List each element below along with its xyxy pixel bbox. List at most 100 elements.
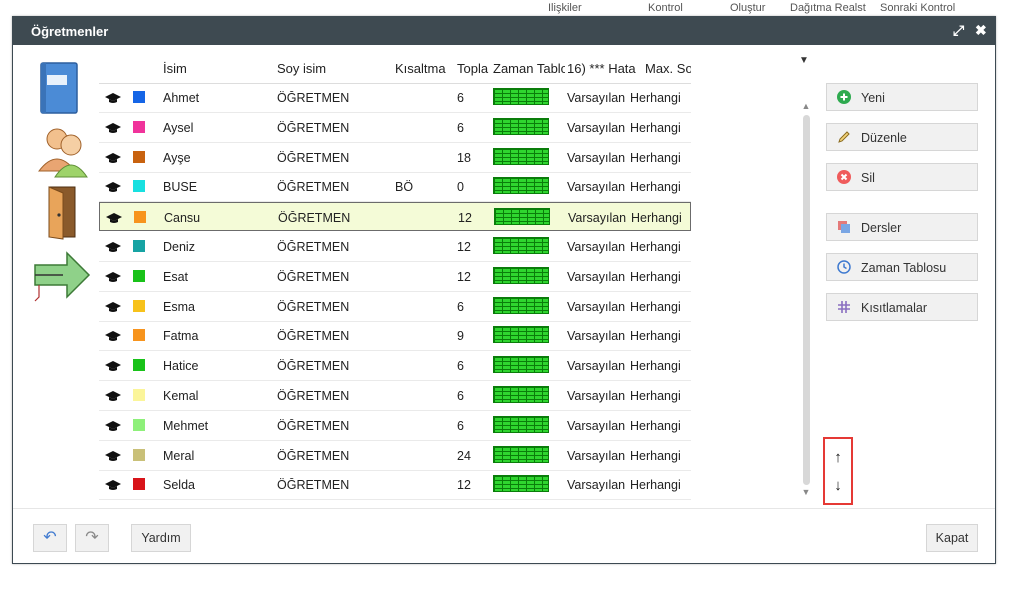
cell-surname: ÖĞRETMEN — [277, 329, 350, 344]
column-header-total[interactable]: Toplam — [457, 61, 489, 76]
edit-button[interactable]: Düzenle — [826, 123, 978, 151]
color-swatch — [133, 329, 145, 342]
cell-16: Varsayılan — [567, 299, 626, 314]
table-row[interactable]: Hatice ÖĞRETMEN 6 Varsayılan Herhangi — [99, 351, 691, 382]
cell-surname: ÖĞRETMEN — [277, 120, 350, 135]
color-swatch — [133, 448, 145, 461]
table-row[interactable]: BUSE ÖĞRETMEN BÖ 0 Varsayılan Herhangi — [99, 172, 691, 203]
teachers-icon[interactable] — [33, 123, 93, 179]
door-icon[interactable] — [33, 185, 93, 241]
close-button[interactable]: Kapat — [926, 524, 978, 552]
cell-name: Esat — [163, 269, 189, 284]
color-swatch — [133, 269, 145, 282]
table-row[interactable]: Mehmet ÖĞRETMEN 6 Varsayılan Herhangi — [99, 411, 691, 441]
maximize-icon[interactable]: ⤢ — [953, 22, 964, 39]
column-header-surname[interactable]: Soy isim — [277, 61, 377, 76]
table-row[interactable]: Cansu ÖĞRETMEN 12 Varsayılan Herhangi — [99, 202, 691, 232]
dialog-titlebar[interactable]: Öğretmenler ⤢ ✖ — [13, 17, 995, 45]
cell-name: Ahmet — [163, 91, 200, 105]
table-row[interactable]: Ahmet ÖĞRETMEN 6 Varsayılan Herhangi — [99, 83, 691, 113]
table-row[interactable]: Ayşe ÖĞRETMEN 18 Varsayılan Herhangi — [99, 143, 691, 173]
redo-button[interactable]: ↷ — [75, 524, 109, 552]
arrow-right-icon[interactable] — [33, 247, 93, 303]
table-row[interactable]: Kemal ÖĞRETMEN 6 Varsayılan Herhangi — [99, 381, 691, 411]
cell-surname: ÖĞRETMEN — [278, 211, 351, 226]
cell-surname: ÖĞRETMEN — [277, 240, 350, 254]
scroll-up-icon[interactable]: ▲ — [800, 101, 812, 111]
table-row[interactable]: Esma ÖĞRETMEN 6 Varsayılan Herhangi — [99, 292, 691, 322]
scrollbar-thumb[interactable] — [803, 115, 810, 485]
cell-max: Herhangi — [630, 389, 681, 403]
cell-total: 24 — [457, 448, 471, 463]
dialog-title: Öğretmenler — [31, 24, 109, 39]
timetable-preview — [493, 326, 549, 344]
background-menu-item: Oluştur — [730, 2, 766, 14]
teacher-cap-icon — [105, 181, 121, 193]
column-header-16[interactable]: 16) *** Hata — [567, 61, 643, 76]
teachers-table: İsim Soy isim Kısaltma Toplam Zaman Tabl… — [99, 55, 691, 500]
cell-name: Meral — [163, 448, 195, 463]
cell-surname: ÖĞRETMEN — [277, 180, 350, 195]
clock-icon — [837, 260, 851, 274]
table-row[interactable]: Fatma ÖĞRETMEN 9 Varsayılan Herhangi — [99, 321, 691, 352]
table-row[interactable]: Esat ÖĞRETMEN 12 Varsayılan Herhangi — [99, 262, 691, 292]
teacher-cap-icon — [105, 152, 121, 164]
background-menu-item: Sonraki Kontrol — [880, 2, 956, 14]
cell-name: Ayşe — [163, 150, 191, 165]
cell-16: Varsayılan — [567, 120, 626, 135]
cell-name: Deniz — [163, 240, 195, 254]
cell-name: Selda — [163, 478, 195, 493]
timetable-preview — [493, 415, 549, 433]
table-row[interactable]: Selda ÖĞRETMEN 12 Varsayılan Herhangi — [99, 470, 691, 500]
cell-name: Cansu — [164, 211, 201, 226]
cell-surname: ÖĞRETMEN — [277, 389, 350, 403]
move-down-icon[interactable]: ↓ — [825, 477, 851, 494]
column-header-timetable[interactable]: Zaman Tablosu — [493, 61, 565, 76]
help-button-label: Yardım — [141, 531, 181, 545]
plus-circle-icon — [837, 90, 851, 104]
delete-button-label: Sil — [861, 171, 875, 185]
timetable-preview — [493, 386, 549, 403]
cell-name: Hatice — [163, 359, 199, 374]
cell-max: Herhangi — [630, 359, 681, 374]
teacher-cap-icon — [105, 92, 121, 104]
teachers-dialog: Öğretmenler ⤢ ✖ İsim Soy isim Kısaltma T… — [12, 16, 996, 564]
lessons-button[interactable]: Dersler — [826, 213, 978, 241]
close-icon[interactable]: ✖ — [975, 22, 987, 39]
cell-total: 6 — [457, 120, 464, 135]
cell-total: 12 — [458, 211, 472, 226]
pencil-icon — [838, 131, 850, 143]
undo-icon: ↶ — [43, 529, 57, 546]
scroll-down-icon[interactable]: ▼ — [800, 487, 812, 497]
move-buttons-highlight: ↑ ↓ — [823, 437, 853, 505]
teacher-cap-icon — [105, 241, 121, 253]
cell-name: Fatma — [163, 329, 199, 344]
cell-total: 6 — [457, 91, 464, 105]
cell-16: Varsayılan — [567, 389, 626, 403]
teacher-cap-icon — [105, 271, 121, 283]
column-header-max[interactable]: Max. Sonuç — [645, 61, 691, 76]
delete-button[interactable]: Sil — [826, 163, 978, 191]
column-header-abbreviation[interactable]: Kısaltma — [395, 61, 457, 76]
table-scrollbar[interactable]: ▲ ▼ — [800, 101, 812, 501]
move-up-icon[interactable]: ↑ — [825, 449, 851, 466]
table-row[interactable]: Deniz ÖĞRETMEN 12 Varsayılan Herhangi — [99, 232, 691, 262]
cell-max: Herhangi — [630, 240, 681, 254]
column-header-name[interactable]: İsim — [163, 61, 263, 76]
undo-button[interactable]: ↶ — [33, 524, 67, 552]
table-row[interactable]: Aysel ÖĞRETMEN 6 Varsayılan Herhangi — [99, 113, 691, 143]
cell-total: 6 — [457, 418, 464, 433]
cell-name: Esma — [163, 299, 195, 314]
help-button[interactable]: Yardım — [131, 524, 191, 552]
timetable-preview — [494, 208, 550, 226]
new-button[interactable]: Yeni — [826, 83, 978, 111]
cell-total: 6 — [457, 359, 464, 374]
column-menu-icon[interactable]: ▼ — [799, 55, 809, 66]
notebook-icon[interactable] — [33, 61, 93, 117]
timetable-preview — [493, 88, 549, 105]
constraints-button[interactable]: Kısıtlamalar — [826, 293, 978, 321]
table-row[interactable]: Meral ÖĞRETMEN 24 Varsayılan Herhangi — [99, 441, 691, 471]
cell-16: Varsayılan — [567, 418, 626, 433]
timetable-button[interactable]: Zaman Tablosu — [826, 253, 978, 281]
cell-abbreviation: BÖ — [395, 180, 414, 195]
